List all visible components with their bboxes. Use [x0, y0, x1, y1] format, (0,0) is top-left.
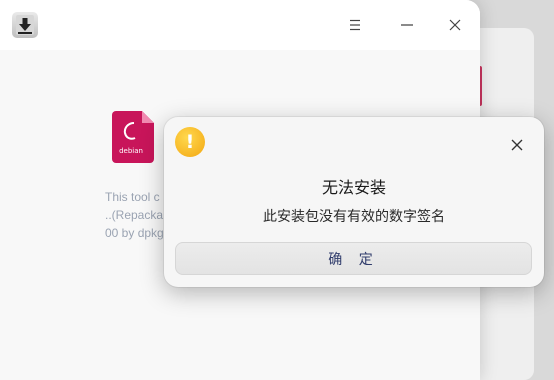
debian-package-icon: debian — [112, 111, 156, 163]
download-arrow-icon — [12, 12, 38, 38]
dialog-title: 无法安装 — [321, 178, 386, 197]
minimize-icon[interactable] — [394, 12, 420, 38]
desktop: debian This tool c ..(Repacka 00 by dpkg… — [0, 0, 554, 380]
titlebar — [0, 0, 480, 50]
error-dialog: ! 无法安装 此安装包没有有效的数字签名 确 定 — [164, 117, 544, 287]
close-icon[interactable] — [442, 12, 468, 38]
dialog-message: 此安装包没有有效的数字签名 — [263, 209, 445, 225]
close-icon[interactable] — [507, 135, 527, 155]
warning-icon: ! — [175, 127, 205, 157]
hamburger-menu-icon[interactable] — [342, 12, 368, 38]
confirm-button[interactable]: 确 定 — [175, 242, 532, 275]
package-icon-label: debian — [119, 147, 143, 155]
